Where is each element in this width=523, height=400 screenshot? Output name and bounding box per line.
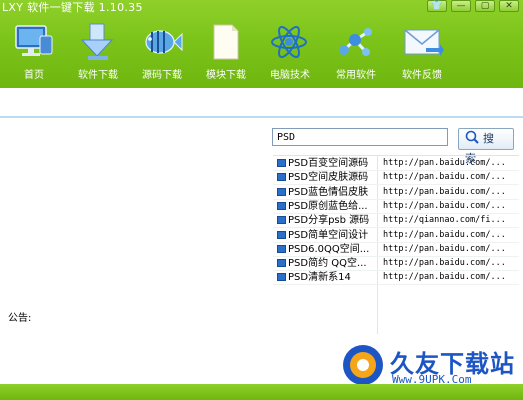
- result-name-text: PSD简约 QQ空...: [288, 258, 367, 270]
- close-icon[interactable]: ✕: [499, 0, 519, 12]
- result-name: PSD6.0QQ空间...: [277, 243, 375, 256]
- result-name-text: PSD空间皮肤源码: [288, 172, 369, 184]
- list-item[interactable]: PSD6.0QQ空间... http://pan.baidu.com/...: [273, 242, 519, 257]
- nav-label-computer-tech: 电脑技术: [270, 70, 310, 81]
- result-name: PSD空间皮肤源码: [277, 171, 375, 184]
- atom-icon: [271, 25, 307, 59]
- result-url: http://pan.baidu.com/...: [383, 243, 506, 254]
- watermark-logo-icon: [343, 345, 383, 385]
- result-name: PSD百变空间源码: [277, 157, 375, 170]
- file-icon: [277, 159, 286, 167]
- file-icon: [277, 201, 286, 210]
- nav-label-source-download: 源码下载: [142, 70, 182, 81]
- notice-label: 公告:: [8, 313, 32, 324]
- file-icon: [277, 187, 286, 196]
- nav-item-software-download[interactable]: 软件下载: [66, 22, 130, 82]
- list-item[interactable]: PSD蓝色情侣皮肤 http://pan.baidu.com/...: [273, 185, 519, 200]
- search-input[interactable]: [272, 128, 448, 146]
- result-name-text: PSD简单空间设计: [288, 229, 369, 241]
- sub-toolbar: [0, 88, 523, 118]
- result-name-text: PSD蓝色情侣皮肤: [288, 186, 369, 198]
- list-item[interactable]: PSD空间皮肤源码 http://pan.baidu.com/...: [273, 170, 519, 186]
- shirt-icon[interactable]: 👕: [427, 0, 447, 12]
- nav-item-home[interactable]: 首页: [2, 22, 66, 82]
- file-icon: [277, 273, 286, 282]
- list-item[interactable]: PSD清新系14 http://pan.baidu.com/...: [273, 270, 519, 286]
- result-name: PSD简单空间设计: [277, 229, 375, 242]
- result-url: http://qiannao.com/fi...: [383, 215, 506, 226]
- result-url: http://pan.baidu.com/...: [383, 229, 506, 240]
- nav-label-common-software: 常用软件: [336, 70, 376, 81]
- file-icon: [277, 244, 286, 253]
- fish-icon: [145, 30, 183, 54]
- nav-item-feedback[interactable]: 软件反馈: [390, 22, 454, 82]
- result-url: http://pan.baidu.com/...: [383, 258, 506, 269]
- nav-item-common-software[interactable]: 常用软件: [324, 22, 388, 82]
- maximize-icon[interactable]: ▢: [475, 0, 495, 12]
- nav-label-home: 首页: [24, 70, 44, 81]
- document-icon: [213, 24, 239, 60]
- list-item[interactable]: PSD百变空间源码 http://pan.baidu.com/...: [273, 156, 519, 171]
- molecule-icon: [339, 28, 372, 56]
- file-icon: [277, 216, 286, 225]
- list-item[interactable]: PSD简单空间设计 http://pan.baidu.com/...: [273, 228, 519, 243]
- result-url: http://pan.baidu.com/...: [383, 272, 506, 283]
- file-icon: [277, 230, 286, 239]
- file-icon: [277, 173, 286, 182]
- top-toolbar: LXY 软件一键下载 1.10.35 👕 — ▢ ✕ 首页 软件下载 源码下载 …: [0, 0, 523, 88]
- list-item[interactable]: PSD简约 QQ空... http://pan.baidu.com/...: [273, 256, 519, 272]
- nav-item-source-download[interactable]: 源码下载: [130, 22, 194, 82]
- envelope-icon: [404, 29, 444, 56]
- result-name: PSD原创蓝色给...: [277, 200, 375, 213]
- file-icon: [277, 259, 286, 268]
- nav-label-feedback: 软件反馈: [402, 70, 442, 81]
- search-icon: [465, 130, 479, 144]
- result-name-text: PSD原创蓝色给...: [288, 200, 368, 212]
- result-url: http://pan.baidu.com/...: [383, 200, 506, 211]
- monitor-icon: [15, 25, 53, 56]
- result-name: PSD简约 QQ空...: [277, 257, 375, 270]
- result-url: http://pan.baidu.com/...: [383, 158, 506, 168]
- nav-item-module-download[interactable]: 模块下载: [194, 22, 258, 82]
- result-name: PSD清新系14: [277, 271, 375, 284]
- nav-label-module-download: 模块下载: [206, 70, 246, 81]
- result-name-text: PSD百变空间源码: [288, 158, 369, 169]
- search-button[interactable]: 搜 索: [458, 128, 514, 165]
- nav-label-software-download: 软件下载: [78, 70, 118, 81]
- result-name-text: PSD6.0QQ空间...: [288, 243, 370, 255]
- result-name: PSD分享psb 源码: [277, 214, 375, 227]
- result-name-text: PSD清新系14: [288, 272, 351, 284]
- result-name: PSD蓝色情侣皮肤: [277, 186, 375, 199]
- list-item[interactable]: PSD原创蓝色给... http://pan.baidu.com/...: [273, 199, 519, 214]
- result-name-text: PSD分享psb 源码: [288, 215, 370, 227]
- minimize-icon[interactable]: —: [451, 0, 471, 12]
- list-item[interactable]: PSD分享psb 源码 http://qiannao.com/fi...: [273, 213, 519, 229]
- window-title: LXY 软件一键下载 1.10.35: [2, 1, 143, 14]
- results-list: PSD百变空间源码 http://pan.baidu.com/... PSD空间皮肤…: [273, 155, 519, 334]
- download-arrow-icon: [80, 23, 114, 60]
- result-url: http://pan.baidu.com/...: [383, 172, 506, 183]
- result-url: http://pan.baidu.com/...: [383, 186, 506, 197]
- nav-item-computer-tech[interactable]: 电脑技术: [258, 22, 322, 82]
- footer-bar: [0, 384, 523, 400]
